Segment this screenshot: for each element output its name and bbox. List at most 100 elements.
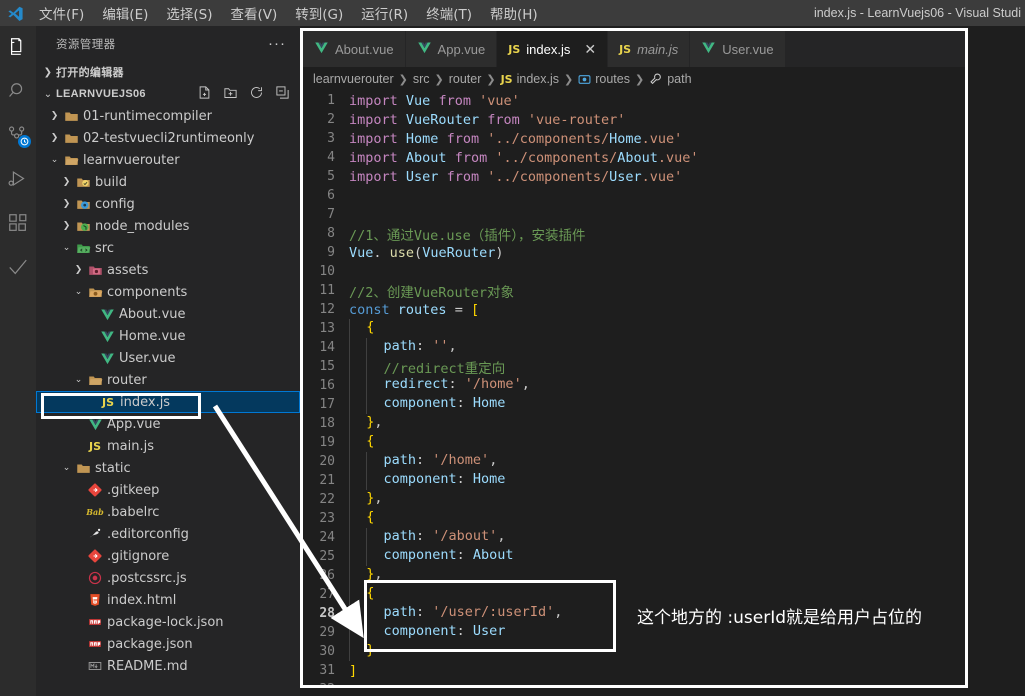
code-line-text: component: Home — [349, 471, 505, 490]
explorer-more-actions-icon[interactable]: ··· — [268, 36, 286, 51]
tree-item-app-vue[interactable]: App.vue — [36, 413, 300, 435]
tree-item-postcssrc-js[interactable]: .postcssrc.js — [36, 567, 300, 589]
editor-tab-main-js[interactable]: JS main.js — [608, 31, 691, 67]
code-line: 8 //1、通过Vue.use（插件），安装插件 — [303, 224, 965, 244]
tree-item-readme-md[interactable]: README.md — [36, 655, 300, 677]
tree-item-config[interactable]: ❯ config — [36, 193, 300, 215]
close-icon[interactable]: ✕ — [584, 42, 596, 56]
tree-item-editorconfig[interactable]: .editorconfig — [36, 523, 300, 545]
line-number: 13 — [319, 321, 335, 336]
tree-item-main-js[interactable]: JS main.js — [36, 435, 300, 457]
tree-item-label: index.html — [107, 592, 177, 608]
tree-item-label: config — [95, 196, 135, 212]
open-editors-section[interactable]: ❯ 打开的编辑器 — [36, 61, 300, 83]
tree-item-package-lock-json[interactable]: package-lock.json — [36, 611, 300, 633]
breadcrumb-item-index-js[interactable]: JS index.js — [501, 72, 559, 86]
menu-help[interactable]: 帮助(H) — [481, 0, 547, 26]
tree-item-label: .gitignore — [107, 548, 170, 564]
tree-item-assets[interactable]: ❯ assets — [36, 259, 300, 281]
tree-item-index-js[interactable]: JS index.js — [36, 391, 300, 413]
new-file-icon[interactable] — [197, 85, 212, 103]
tree-item-node-modules[interactable]: ❯ node_modules — [36, 215, 300, 237]
run-and-debug-icon — [7, 168, 29, 193]
code-editor[interactable]: 1 import Vue from 'vue' 2 import VueRouter … — [303, 91, 965, 685]
tree-item-label: src — [95, 240, 114, 256]
editor-tab-index-js[interactable]: JS index.js ✕ — [497, 31, 609, 67]
code-line-text: path: '', — [349, 338, 457, 357]
breadcrumb-item-path[interactable]: path — [649, 72, 692, 86]
activity-explorer[interactable] — [0, 26, 36, 70]
breadcrumb-item-routes[interactable]: routes — [578, 72, 630, 86]
tree-item-babelrc[interactable]: Bab .babelrc — [36, 501, 300, 523]
tree-item-components[interactable]: ⌄ components — [36, 281, 300, 303]
line-number: 2 — [327, 112, 335, 127]
code-line: 27 { — [303, 585, 965, 604]
menu-selection[interactable]: 选择(S) — [157, 0, 221, 26]
tree-item-index-html[interactable]: index.html — [36, 589, 300, 611]
tree-item-gitignore[interactable]: .gitignore — [36, 545, 300, 567]
search-icon — [7, 80, 29, 105]
menu-terminal[interactable]: 终端(T) — [417, 0, 481, 26]
vue-file-icon — [85, 417, 105, 432]
babel-file-icon: Bab — [86, 507, 104, 517]
tree-item-build[interactable]: ❯ build — [36, 171, 300, 193]
activity-run-debug[interactable] — [0, 158, 36, 202]
files-explorer-icon — [7, 36, 29, 61]
tree-item-router[interactable]: ⌄ router — [36, 369, 300, 391]
breadcrumb-item-router[interactable]: router — [449, 72, 482, 86]
editor-tab-label: User.vue — [722, 41, 774, 57]
editor-tab-label: main.js — [637, 41, 679, 57]
workspace-root-row[interactable]: ⌄ LEARNVUEJS06 — [36, 83, 300, 105]
code-line: 13 { — [303, 319, 965, 338]
code-line: 24 path: '/about', — [303, 528, 965, 547]
tree-item-label: .babelrc — [107, 504, 160, 520]
activity-extensions[interactable] — [0, 202, 36, 246]
activity-checkmark[interactable] — [0, 246, 36, 290]
menu-run[interactable]: 运行(R) — [352, 0, 417, 26]
code-line-text: redirect: '/home', — [349, 376, 530, 395]
new-folder-icon[interactable] — [223, 85, 238, 103]
menu-edit[interactable]: 编辑(E) — [93, 0, 157, 26]
menu-view[interactable]: 查看(V) — [222, 0, 287, 26]
activity-source-control[interactable] — [0, 114, 36, 158]
collapse-all-icon[interactable] — [275, 85, 290, 103]
menu-file[interactable]: 文件(F) — [30, 0, 93, 26]
chevron-down-icon: ⌄ — [74, 375, 83, 385]
tree-item-src[interactable]: ⌄ src — [36, 237, 300, 259]
breadcrumb-item-label: learnvuerouter — [313, 72, 394, 86]
code-line: 14 path: '', — [303, 338, 965, 357]
tree-item-user-vue[interactable]: User.vue — [36, 347, 300, 369]
tree-item-home-vue[interactable]: Home.vue — [36, 325, 300, 347]
refresh-icon[interactable] — [249, 85, 264, 103]
tree-item-gitkeep[interactable]: .gitkeep — [36, 479, 300, 501]
editor-tab-app-vue[interactable]: App.vue — [405, 31, 498, 67]
git-file-icon — [85, 549, 105, 563]
tree-item-01-runtimecompiler[interactable]: ❯ 01-runtimecompiler — [36, 105, 300, 127]
editor-tab-label: About.vue — [335, 41, 394, 57]
breadcrumb-item-learnvuerouter[interactable]: learnvuerouter — [313, 72, 394, 86]
tree-item-static[interactable]: ⌄ static — [36, 457, 300, 479]
line-number: 22 — [319, 492, 335, 507]
tree-item-package-json[interactable]: package.json — [36, 633, 300, 655]
activity-search[interactable] — [0, 70, 36, 114]
breadcrumb-item-src[interactable]: src — [413, 72, 430, 86]
folder-icon — [61, 131, 81, 146]
menu-bar: 文件(F) 编辑(E) 选择(S) 查看(V) 转到(G) 运行(R) 终端(T… — [30, 0, 547, 26]
vue-file-icon — [701, 40, 716, 58]
code-line-text: { — [349, 509, 374, 528]
property-symbol-icon — [649, 72, 663, 86]
code-line-text: const routes = [ — [349, 301, 480, 318]
code-line-text: { — [349, 319, 374, 338]
breadcrumb-separator-icon: ❯ — [564, 73, 574, 86]
vscode-logo-icon — [0, 0, 30, 26]
code-line: 31] — [303, 661, 965, 680]
line-number: 27 — [319, 587, 335, 602]
tree-item-02-testvuecli2runtimeonly[interactable]: ❯ 02-testvuecli2runtimeonly — [36, 127, 300, 149]
tree-item-learnvuerouter[interactable]: ⌄ learnvuerouter — [36, 149, 300, 171]
line-number: 19 — [319, 435, 335, 450]
editor-tab-user-vue[interactable]: User.vue — [690, 31, 786, 67]
menu-go[interactable]: 转到(G) — [286, 0, 352, 26]
editor-tab-about-vue[interactable]: About.vue — [303, 31, 406, 67]
tree-item-about-vue[interactable]: About.vue — [36, 303, 300, 325]
code-line: 30} — [303, 642, 965, 661]
